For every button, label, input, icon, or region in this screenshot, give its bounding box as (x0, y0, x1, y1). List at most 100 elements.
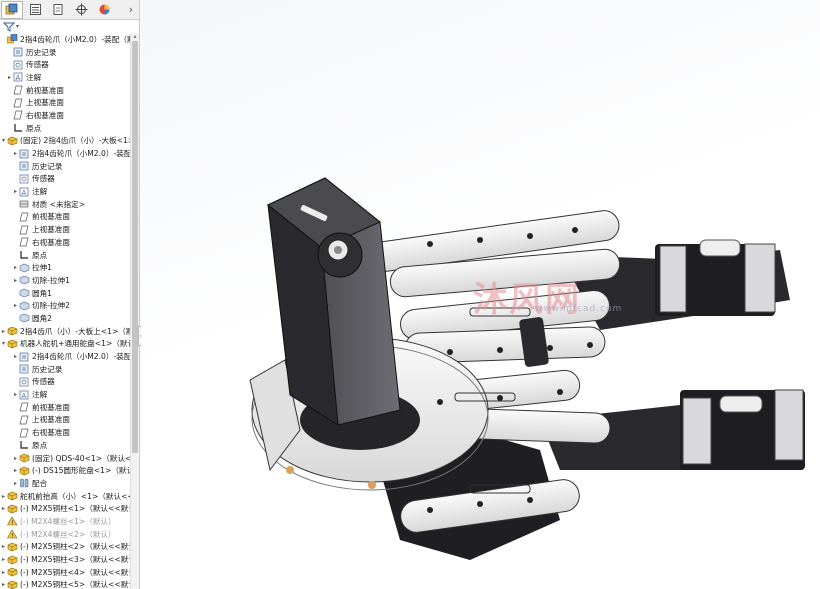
warn-icon: ! (6, 516, 18, 527)
tree-item[interactable]: 圆角1 (0, 287, 139, 300)
part-icon (7, 567, 18, 577)
part-icon (7, 555, 18, 565)
tree-item[interactable]: 材质 <未指定> (0, 198, 139, 211)
expand-arrow-icon[interactable]: ▸ (0, 556, 7, 563)
tree-item[interactable]: 右视基准面 (0, 426, 139, 439)
tab-property-manager[interactable] (24, 1, 46, 19)
chevron-right-icon[interactable]: › (124, 1, 138, 19)
tree-item-label: 历史记录 (32, 364, 63, 374)
tree-item[interactable]: ▸ (-) M2X5铜柱<2>（默认<<默认 (0, 541, 139, 554)
part-icon (7, 542, 18, 552)
plane-icon (13, 98, 24, 108)
tree-item[interactable]: 上视基准面 (0, 223, 139, 236)
tree-item[interactable]: 历史记录 (0, 363, 139, 376)
tree-item[interactable]: 原点 (0, 122, 139, 135)
tree-item[interactable]: ▸ 2指4齿轮爪（小M2.0）-装配 (0, 147, 139, 160)
tree-item[interactable]: 圆角2 (0, 312, 139, 325)
tree-item[interactable]: 历史记录 (0, 160, 139, 173)
manager-tabs: › (0, 0, 139, 20)
tree-item[interactable]: 前视基准面 (0, 84, 139, 97)
tree-item[interactable]: 前视基准面 (0, 401, 139, 414)
tree-item[interactable]: ! (-) M2X4螺丝<2>（默认） (0, 528, 139, 541)
tree-item-label: (-) M2X5铜柱<5>（默认<<默认 (20, 580, 136, 589)
tree-item[interactable]: 传感器 (0, 376, 139, 389)
tree-item-label: 2指4齿轮爪（小M2.0）-装配 (32, 149, 132, 159)
tree-item[interactable]: 上视基准面 (0, 96, 139, 109)
tree-item[interactable]: ▾ 机器人舵机+通用舵盘<1>（默认 (0, 338, 139, 351)
collapse-arrow-icon[interactable]: ▾ (0, 340, 7, 347)
tab-dimxpert-manager[interactable] (70, 1, 92, 19)
expand-arrow-icon[interactable]: ▸ (0, 328, 7, 335)
tree-item[interactable]: ▸ (-) DS15圆形舵盘<1>（默认 (0, 464, 139, 477)
tree-item[interactable]: ▸ 2指4齿爪（小）-大板上<1>（默 (0, 325, 139, 338)
collapse-arrow-icon[interactable]: ▾ (0, 137, 7, 144)
filter-row[interactable]: ▾ (0, 20, 139, 33)
expand-arrow-icon[interactable]: ▸ (12, 277, 19, 284)
tab-feature-manager[interactable] (1, 0, 23, 19)
tree-item[interactable]: 原点 (0, 439, 139, 452)
tree-item[interactable]: ▸ 切除-拉伸1 (0, 274, 139, 287)
tree-item[interactable]: ▸ A 注解 (0, 388, 139, 401)
feature-manager-icon (5, 3, 18, 15)
scroll-up-icon[interactable]: ▴ (131, 33, 139, 41)
expand-arrow-icon[interactable]: ▸ (0, 569, 7, 576)
tree-item[interactable]: 右视基准面 (0, 109, 139, 122)
svg-text:!: ! (11, 520, 13, 527)
expand-arrow-icon[interactable]: ▸ (12, 467, 19, 474)
expand-arrow-icon[interactable]: ▸ (12, 391, 19, 398)
expand-arrow-icon[interactable]: ▸ (0, 505, 7, 512)
tree-item[interactable]: 上视基准面 (0, 414, 139, 427)
watermark-url: www.mfcad.com (535, 304, 623, 314)
tree-item[interactable]: 前视基准面 (0, 211, 139, 224)
tree-item[interactable]: ▸ A 注解 (0, 185, 139, 198)
tree-item[interactable]: ▸ 2指4齿轮爪（小M2.0）-装配 (0, 350, 139, 363)
filter-icon (3, 22, 15, 32)
expand-arrow-icon[interactable]: ▸ (12, 302, 19, 309)
scrollbar-thumb[interactable] (132, 41, 138, 453)
history-icon (19, 364, 30, 374)
tree-item[interactable]: ▸ 切除-拉伸2 (0, 299, 139, 312)
tree-scrollbar[interactable]: ▴ (130, 33, 139, 589)
tree-item[interactable]: 右视基准面 (0, 236, 139, 249)
expand-arrow-icon[interactable]: ▸ (0, 493, 7, 500)
tree-item[interactable]: 传感器 (0, 58, 139, 71)
tree-item-label: 圆角2 (32, 313, 53, 323)
tab-display-manager[interactable] (93, 1, 115, 19)
expand-arrow-icon[interactable]: ▸ (12, 480, 19, 487)
tree-item[interactable]: ▸ (-) M2X5铜柱<4>（默认<<默认 (0, 566, 139, 579)
expand-arrow-icon[interactable]: ▸ (12, 188, 19, 195)
plane-icon (13, 110, 24, 120)
tree-item[interactable]: ▾ (固定) 2指4齿爪（小）-大板<1> (0, 135, 139, 148)
tree-item[interactable]: ▸ 配合 (0, 477, 139, 490)
tree-item[interactable]: ▸ (-) M2X5铜柱<1>（默认<<默认 (0, 502, 139, 515)
tree-item[interactable]: ! (-) M2X4螺丝<1>（默认） (0, 515, 139, 528)
expand-arrow-icon[interactable]: ▸ (12, 455, 19, 462)
tree-item[interactable]: 传感器 (0, 173, 139, 186)
tab-configuration-manager[interactable] (47, 1, 69, 19)
expand-arrow-icon[interactable]: ▸ (12, 353, 19, 360)
tree-item[interactable]: 历史记录 (0, 46, 139, 59)
tree-item[interactable]: ▸ (-) M2X5铜柱<5>（默认<<默认 (0, 579, 139, 589)
tree-item-label: 注解 (32, 187, 48, 197)
tree-item[interactable]: ▸ (固定) QDS-40<1>（默认< (0, 452, 139, 465)
feature-tree: 2指4齿轮爪（小M2.0）-装配（默认< 历史记录 传感器 ▸ A 注解 前视基准面 上视基准… (0, 33, 139, 589)
svg-text:A: A (22, 189, 27, 197)
history-icon (19, 352, 30, 362)
expand-arrow-icon[interactable]: ▸ (12, 150, 19, 157)
tree-item[interactable]: ▸ A 注解 (0, 71, 139, 84)
tree-item[interactable]: 2指4齿轮爪（小M2.0）-装配（默认< (0, 33, 139, 46)
tree-item[interactable]: ▸ (-) M2X5铜柱<3>（默认<<默认 (0, 553, 139, 566)
expand-arrow-icon[interactable]: ▸ (0, 543, 7, 550)
tree-item-label: 上视基准面 (32, 415, 70, 425)
expand-arrow-icon[interactable]: ▸ (0, 581, 7, 588)
plane-icon (19, 225, 30, 235)
tree-item[interactable]: ▸ 拉伸1 (0, 261, 139, 274)
tree-item-label: 上视基准面 (32, 225, 70, 235)
tree-item[interactable]: ▸ 舵机前抬高（小）<1>（默认<<默 (0, 490, 139, 503)
graphics-viewport[interactable]: 沐风网 www.mfcad.com (141, 0, 820, 589)
tree-item[interactable]: 原点 (0, 249, 139, 262)
expand-arrow-icon[interactable]: ▸ (12, 264, 19, 271)
part-icon (7, 580, 18, 589)
tree-item-label: 原点 (26, 123, 42, 133)
expand-arrow-icon[interactable]: ▸ (6, 74, 13, 81)
